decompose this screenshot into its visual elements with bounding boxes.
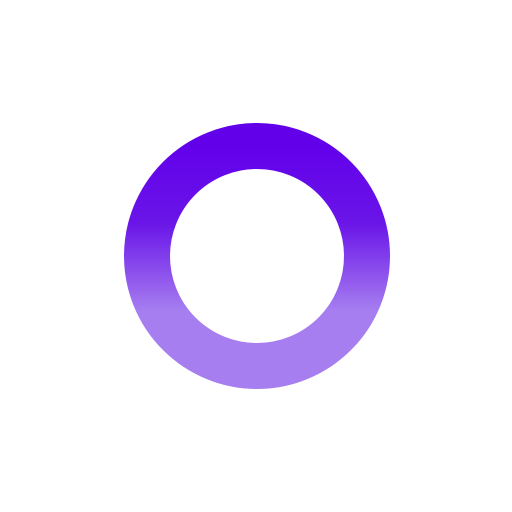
canvas	[0, 0, 512, 512]
ring-icon	[124, 123, 390, 389]
ring-shape	[124, 123, 390, 389]
